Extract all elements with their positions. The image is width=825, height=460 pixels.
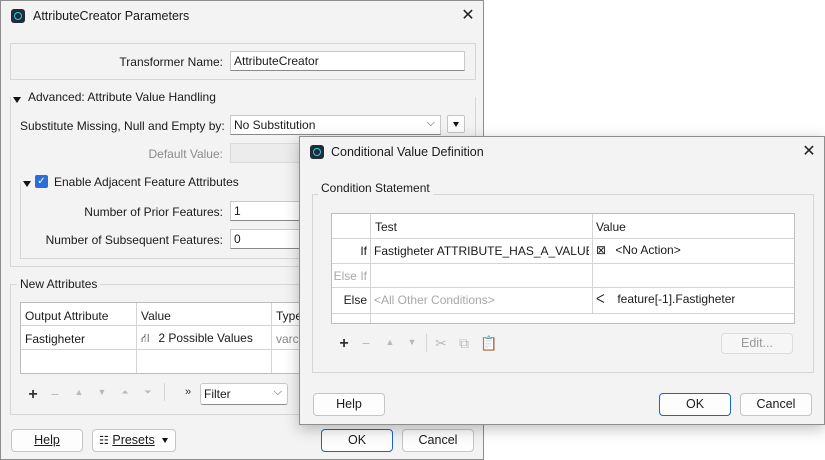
adjacent-collapse-icon[interactable] [23,176,31,190]
conditional-tree-icon: ⛙ [141,331,150,345]
substitute-label: Substitute Missing, Null and Empty by: [20,119,225,133]
enable-adjacent-checkbox[interactable]: ✓ [35,175,48,188]
transformer-name-label: Transformer Name: [119,55,223,69]
new-attributes-label: New Attributes [17,277,101,291]
default-value-input [230,143,310,163]
filter-select-value: Filter [204,387,231,401]
close-icon[interactable]: ✕ [458,6,478,26]
remove-row-icon[interactable]: − [359,335,373,351]
subsequent-features-input[interactable]: 0 [230,229,310,249]
dropdown-arrow-icon [162,438,169,444]
copy-icon[interactable]: ⧉ [457,335,471,352]
ok-button[interactable]: OK [321,429,393,452]
row-keyword-else-if: Else If [333,269,367,283]
prior-features-label: Number of Prior Features: [84,205,223,219]
substitute-menu-button[interactable] [447,115,465,133]
substitute-select-value: No Substitution [234,118,316,132]
advanced-section-label: Advanced: Attribute Value Handling [25,90,219,104]
chevron-down-icon: ⌵ [426,117,435,129]
add-row-icon[interactable]: + [337,335,351,353]
row-keyword-if: If [360,244,367,258]
dialog-title: Conditional Value Definition [331,145,484,159]
conditions-table: Test Value If Fastigheter ATTRIBUTE_HAS_… [331,213,795,324]
move-down-icon[interactable]: ▼ [95,387,109,397]
move-bottom-icon[interactable]: ⏷ [141,387,155,398]
column-header-value[interactable]: Value [141,309,171,323]
column-header-test[interactable]: Test [375,220,397,234]
app-logo-icon [310,145,324,159]
enable-adjacent-label: Enable Adjacent Feature Attributes [51,175,242,189]
row-value-if-text: <No Action> [615,243,681,257]
move-down-icon[interactable]: ▼ [405,337,419,347]
subsequent-features-label: Number of Subsequent Features: [45,233,223,247]
edit-button[interactable]: Edit... [721,333,793,354]
presets-button[interactable]: ☷ Presets [92,429,176,452]
row-value-else-text: feature[-1].Fastigheter [617,292,736,306]
row-test-if[interactable]: Fastigheter ATTRIBUTE_HAS_A_VALUE [374,244,589,258]
row-value-if[interactable]: ⊠ <No Action> [596,243,681,257]
conditional-value-dialog: Conditional Value Definition ✕ Condition… [299,136,825,425]
dialog-title: AttributeCreator Parameters [33,9,190,23]
column-header-output-attribute[interactable]: Output Attribute [25,309,108,323]
paste-icon[interactable]: 📋 [480,335,497,352]
title-bar: Conditional Value Definition ✕ [300,137,824,167]
presets-button-label: Presets [112,433,155,447]
help-button[interactable]: Help [313,393,385,416]
transformer-name-input[interactable]: AttributeCreator [230,51,465,71]
move-top-icon[interactable]: ⏶ [118,387,132,398]
attributes-table: Output Attribute Value Type Fastigheter … [20,302,311,374]
move-up-icon[interactable]: ▲ [72,387,86,397]
substitute-select[interactable]: No Substitution ⌵ [230,115,441,135]
no-action-icon: ⊠ [596,243,607,257]
ok-button[interactable]: OK [659,393,731,416]
close-icon[interactable]: ✕ [799,142,819,162]
more-options-icon[interactable]: » [181,386,195,398]
advanced-collapse-icon[interactable] [13,92,21,106]
row-keyword-else: Else [343,293,367,307]
help-button-label: Help [34,433,60,447]
row-test-else[interactable]: <All Other Conditions> [374,293,589,307]
move-up-icon[interactable]: ▲ [383,337,397,347]
column-header-value[interactable]: Value [596,220,626,234]
title-bar: AttributeCreator Parameters ✕ [1,1,483,31]
row-value-else[interactable]: ᐸ feature[-1].Fastigheter [596,292,735,306]
table-row-value[interactable]: ⛙ 2 Possible Values [141,331,253,347]
help-button[interactable]: Help [11,429,83,452]
condition-statement-label: Condition Statement [318,181,433,195]
menu-arrow-icon [453,122,459,127]
attribute-value-icon: ᐸ [596,292,605,306]
cancel-button[interactable]: Cancel [402,429,474,452]
chevron-down-icon: ⌵ [273,386,282,398]
table-row-value-text: 2 Possible Values [158,331,253,345]
cancel-button[interactable]: Cancel [740,393,812,416]
app-logo-icon [11,9,25,23]
default-value-label: Default Value: [148,147,224,161]
add-row-icon[interactable]: + [26,386,40,404]
presets-icon: ☷ [99,435,109,447]
table-row-output-attribute[interactable]: Fastigheter [25,332,85,346]
remove-row-icon[interactable]: − [48,386,62,402]
prior-features-input[interactable]: 1 [230,201,310,221]
filter-select[interactable]: Filter ⌵ [200,383,288,405]
cut-icon[interactable]: ✂ [434,335,448,352]
